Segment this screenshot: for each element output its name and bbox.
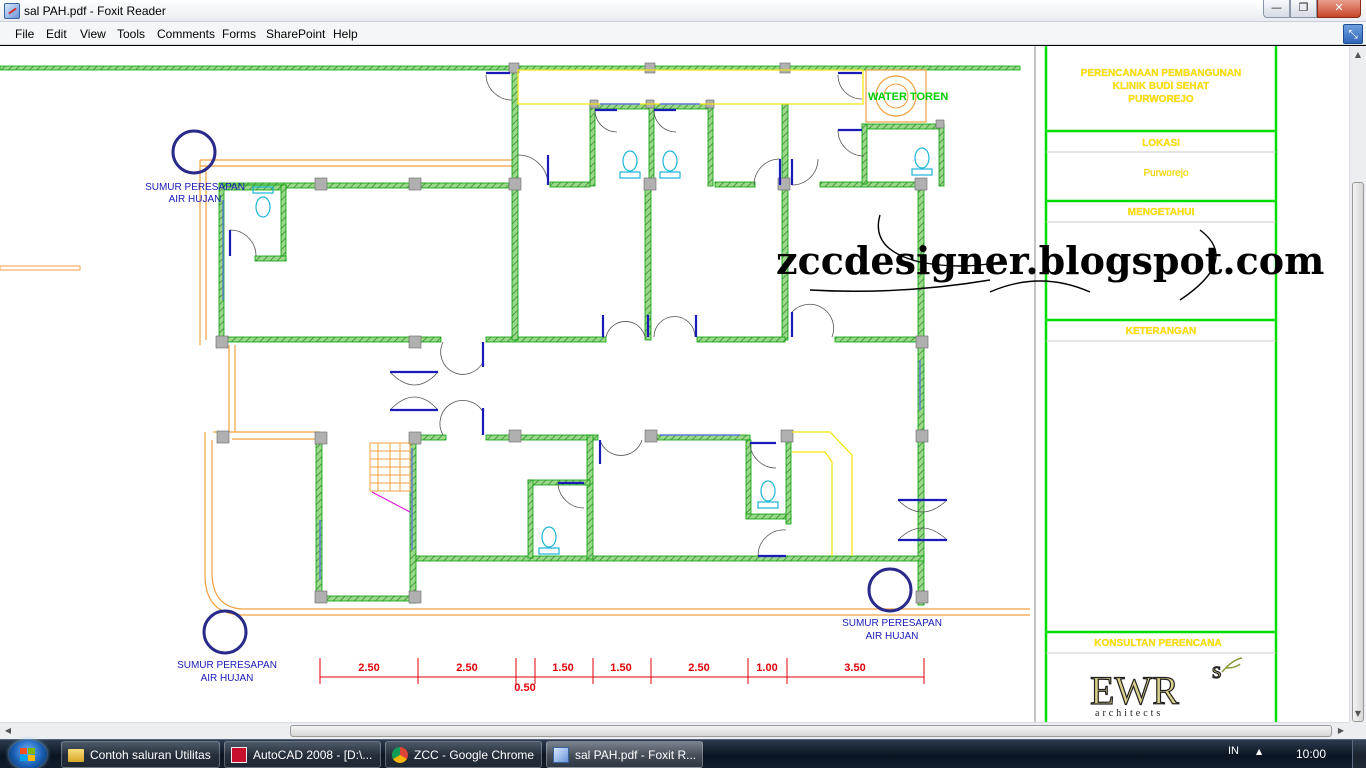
well-label-2a: SUMUR PERESAPAN: [177, 660, 277, 671]
chrome-icon: [392, 747, 408, 763]
dimension-6: 1.00: [756, 662, 777, 674]
taskbar-item-explorer[interactable]: Contoh saluran Utilitas: [61, 741, 220, 768]
toilet-icon: [252, 186, 274, 218]
menu-forms[interactable]: Forms: [221, 27, 257, 41]
menu-sharepoint[interactable]: SharePoint: [265, 27, 326, 41]
watermark-text: zccdesigner.blogspot.com: [776, 238, 1324, 283]
menu-view[interactable]: View: [79, 27, 107, 41]
water-tower: WATER TOREN: [865, 69, 948, 123]
scroll-down-icon[interactable]: ▼: [1350, 705, 1366, 722]
project-line-1: PERENCANAAN PEMBANGUNAN: [1081, 68, 1242, 79]
scroll-up-icon[interactable]: ▲: [1350, 46, 1366, 63]
horizontal-scrollbar[interactable]: ◀ ▶: [0, 722, 1349, 739]
dimension-3: 1.50: [552, 662, 573, 674]
foxit-icon: [553, 747, 569, 763]
title-bar: sal PAH.pdf - Foxit Reader — ❐ ✕: [0, 0, 1366, 22]
ewr-architects-logo: EWR s architects: [1089, 657, 1243, 719]
toilet-icon: [619, 150, 641, 179]
column-markers: [215, 62, 945, 604]
title-block-dividers: [1046, 151, 1276, 654]
dimension-2: 2.50: [456, 662, 477, 674]
taskbar-item-label: ZCC - Google Chrome: [414, 748, 535, 762]
taskbar-item-label: Contoh saluran Utilitas: [90, 748, 211, 762]
taskbar-item-label: sal PAH.pdf - Foxit R...: [575, 748, 697, 762]
dimension-5: 2.50: [688, 662, 709, 674]
foxit-app-icon[interactable]: [4, 3, 20, 19]
dimension-4: 1.50: [610, 662, 631, 674]
taskbar-item-foxit[interactable]: sal PAH.pdf - Foxit R...: [546, 741, 703, 768]
well-circle: [171, 129, 217, 175]
well-circle: [867, 567, 913, 613]
pdf-document-view[interactable]: WATER TOREN SUMUR PERESAPAN AIR HUJAN SU…: [0, 46, 1349, 722]
show-desktop-button[interactable]: [1352, 740, 1366, 768]
scrollbar-corner: [1349, 722, 1366, 739]
well-label-1a: SUMUR PERESAPAN: [145, 182, 245, 193]
scroll-right-icon[interactable]: ▶: [1333, 723, 1349, 739]
maximize-button[interactable]: ❐: [1290, 0, 1317, 18]
dimension-7: 3.50: [844, 662, 865, 674]
well-label-1b: AIR HUJAN: [169, 194, 222, 205]
lokasi-value: Purworejo: [1143, 168, 1188, 179]
stairs-icon: [369, 442, 411, 513]
close-button[interactable]: ✕: [1317, 0, 1361, 18]
dimension-1: 2.50: [358, 662, 379, 674]
vertical-scrollbar[interactable]: ▲ ▼: [1349, 46, 1366, 722]
menu-edit[interactable]: Edit: [45, 27, 68, 41]
vertical-scroll-thumb[interactable]: [1352, 182, 1364, 722]
minimize-button[interactable]: —: [1263, 0, 1290, 18]
orange-pipe-lines: [199, 159, 1030, 616]
windows-logo-icon: [20, 748, 36, 761]
windows-taskbar: Contoh saluran Utilitas AutoCAD 2008 - […: [0, 739, 1366, 768]
lokasi-label: LOKASI: [1142, 138, 1180, 149]
well-label-3b: AIR HUJAN: [866, 631, 919, 642]
dimension-small: 0.50: [514, 682, 535, 694]
show-hidden-icons-icon[interactable]: ▲: [1256, 747, 1262, 756]
menu-bar: File Edit View Tools Comments Forms Shar…: [0, 22, 1366, 45]
logo-superscript: s: [1212, 658, 1221, 684]
mengetahui-label: MENGETAHUI: [1128, 207, 1195, 218]
start-button[interactable]: [9, 740, 47, 768]
autocad-icon: [231, 747, 247, 763]
well-label-3a: SUMUR PERESAPAN: [842, 618, 942, 629]
folder-icon: [68, 749, 84, 762]
fullscreen-toggle-icon[interactable]: ⤡: [1343, 24, 1363, 44]
logo-subtitle: architects: [1095, 708, 1163, 719]
watermark: zccdesigner.blogspot.com: [776, 214, 1324, 301]
taskbar-item-label: AutoCAD 2008 - [D:\...: [253, 748, 373, 762]
window-controls: — ❐ ✕: [1263, 0, 1361, 18]
toilet-icon: [538, 526, 560, 555]
toilet-icon: [911, 147, 933, 176]
logo-text: EWR: [1090, 668, 1179, 713]
project-line-3: PURWOREJO: [1128, 94, 1194, 105]
language-indicator[interactable]: IN: [1228, 745, 1239, 757]
toilet-icon: [757, 480, 779, 509]
scroll-left-icon[interactable]: ◀: [0, 723, 16, 739]
menu-comments[interactable]: Comments: [156, 27, 216, 41]
well-circle: [202, 609, 248, 655]
project-line-2: KLINIK BUDI SEHAT: [1113, 81, 1209, 92]
konsultan-label: KONSULTAN PERENCANA: [1094, 638, 1221, 649]
system-clock[interactable]: 10:00: [1296, 747, 1326, 761]
menu-help[interactable]: Help: [332, 27, 359, 41]
floor-plan-drawing: WATER TOREN SUMUR PERESAPAN AIR HUJAN SU…: [0, 46, 1324, 722]
well-label-2b: AIR HUJAN: [201, 673, 254, 684]
menu-file[interactable]: File: [14, 27, 35, 41]
water-tower-label: WATER TOREN: [868, 91, 948, 103]
menu-tools[interactable]: Tools: [116, 27, 146, 41]
horizontal-scroll-thumb[interactable]: [290, 725, 1332, 737]
keterangan-label: KETERANGAN: [1126, 326, 1197, 337]
building-walls: [218, 69, 945, 606]
toilet-icon: [659, 150, 681, 179]
taskbar-item-autocad[interactable]: AutoCAD 2008 - [D:\...: [224, 741, 381, 768]
window-title: sal PAH.pdf - Foxit Reader: [24, 4, 166, 18]
taskbar-item-chrome[interactable]: ZCC - Google Chrome: [385, 741, 542, 768]
leaf-icon: [1221, 657, 1243, 673]
